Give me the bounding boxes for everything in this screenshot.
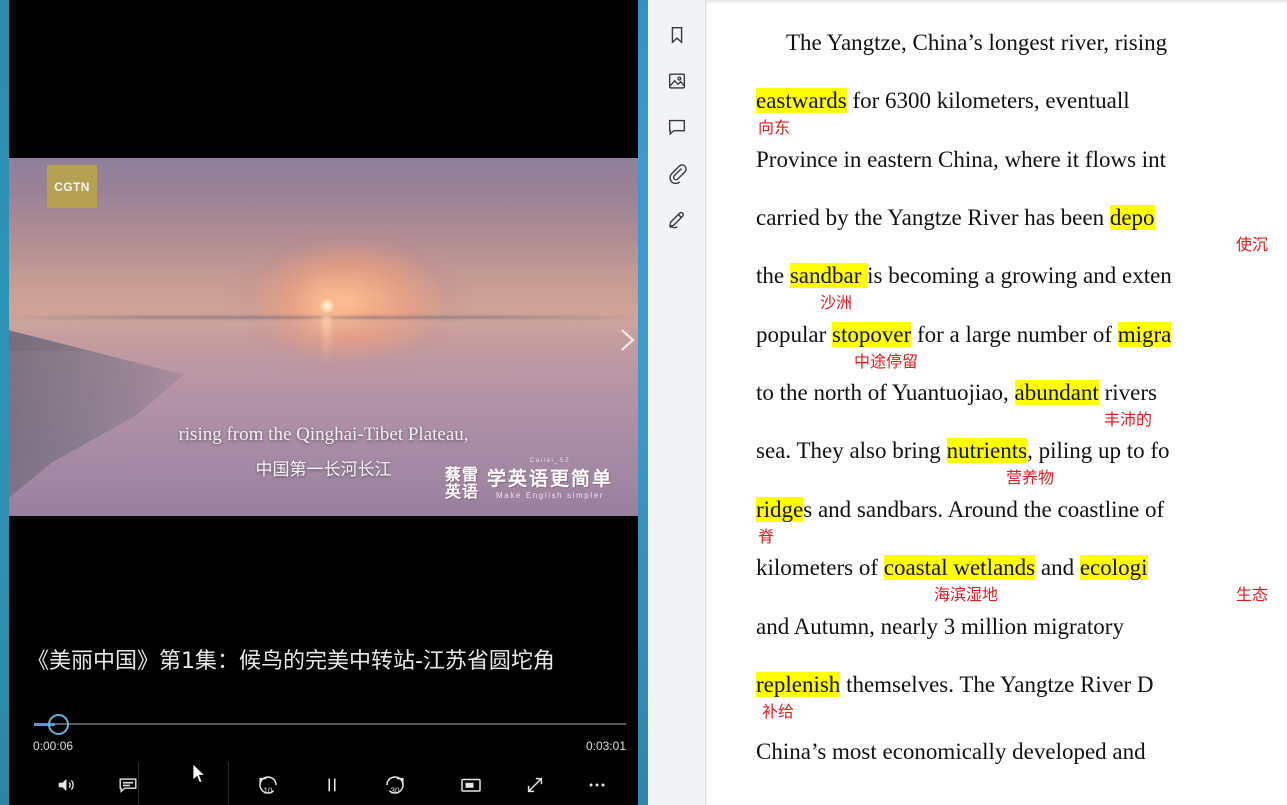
plain-text: rivers	[1098, 380, 1157, 405]
highlighted-term: migra	[1117, 322, 1172, 347]
plain-text: and	[1035, 555, 1080, 580]
total-time-label: 0:03:01	[585, 739, 626, 753]
pdf-text-line: eastwards for 6300 kilometers, eventuall…	[706, 88, 1130, 137]
plain-text: s and sandbars. Around the coastline of	[803, 497, 1165, 522]
bookmark-icon[interactable]	[664, 22, 690, 48]
plain-text: the	[756, 263, 790, 288]
pen-signature-icon[interactable]	[664, 206, 690, 232]
plain-text: is becoming a growing and exten	[867, 263, 1172, 288]
forward-30-button[interactable]: 30	[380, 770, 410, 800]
plain-text: China’s most economically developed and	[756, 739, 1146, 764]
watermark-badge: 蔡雷 英语	[445, 466, 479, 500]
highlighted-term: depo	[1109, 205, 1155, 230]
pdf-text-line: the sandbar is becoming a growing and ex…	[706, 263, 1172, 312]
pdf-text-line: kilometers of coastal wetlands and ecolo…	[706, 555, 1268, 604]
next-video-arrow-icon[interactable]	[609, 320, 638, 360]
fullscreen-button[interactable]	[520, 770, 550, 800]
progress-thumb[interactable]	[48, 714, 69, 735]
chinese-gloss: 沙洲	[820, 293, 853, 312]
pdf-text-line: popular stopover for a large number of m…	[706, 322, 1172, 371]
chinese-gloss: 生态	[1236, 585, 1269, 604]
plain-text: The Yangtze, China’s longest river, risi…	[786, 30, 1168, 55]
chinese-gloss: 海滨湿地	[934, 585, 999, 604]
chinese-gloss: 补给	[762, 702, 795, 721]
watermark-slogan-en: Make English simpler	[496, 491, 605, 500]
pdf-text-line: and Autumn, nearly 3 million migratory	[706, 614, 1124, 640]
pdf-text-line: China’s most economically developed and	[706, 739, 1146, 765]
rewind-10-button[interactable]: 10	[253, 770, 283, 800]
plain-text: , piling up to fo	[1027, 438, 1170, 463]
paperclip-icon[interactable]	[664, 160, 690, 186]
pdf-tool-rail	[648, 0, 705, 805]
plain-text: for a large number of	[911, 322, 1118, 347]
chinese-gloss: 脊	[758, 527, 775, 546]
watermark-slogan-block: Cailei_SZ 学英语更简单 Make English simpler	[487, 458, 613, 500]
chinese-gloss: 使沉	[1236, 235, 1269, 254]
pdf-reader-panel: The Yangtze, China’s longest river, risi…	[648, 0, 1287, 805]
plain-text: Province in eastern China, where it flow…	[756, 147, 1167, 172]
watermark-slogan-cn: 学英语更简单	[487, 468, 614, 490]
watermark-badge-line2: 英语	[445, 482, 480, 501]
chinese-gloss: 营养物	[1006, 468, 1055, 487]
channel-watermark: 蔡雷 英语 Cailei_SZ 学英语更简单 Make English simp…	[445, 458, 613, 500]
comment-icon[interactable]	[664, 114, 690, 140]
current-time-label: 0:00:06	[33, 739, 74, 753]
highlighted-term: sandbar	[789, 263, 868, 288]
highlighted-term: coastal wetlands	[883, 555, 1036, 580]
chinese-gloss: 中途停留	[854, 352, 919, 371]
plain-text: carried by the Yangtze River has been	[756, 205, 1110, 230]
cgtn-logo-text: CGTN	[54, 179, 90, 194]
sun-decor	[319, 299, 334, 314]
highlighted-term: abundant	[1014, 380, 1099, 405]
chinese-gloss: 丰沛的	[1104, 410, 1153, 429]
pdf-text-line: The Yangtze, China’s longest river, risi…	[706, 30, 1167, 56]
volume-button[interactable]	[51, 770, 81, 800]
plain-text: popular	[756, 322, 833, 347]
svg-text:30: 30	[391, 787, 400, 796]
svg-text:10: 10	[264, 787, 273, 796]
window-left-accent-bar	[0, 0, 9, 805]
watermark-badge-line1: 蔡雷	[445, 465, 480, 484]
window-right-accent-bar	[638, 0, 648, 805]
pdf-text-line: to the north of Yuantuojiao, abundant ri…	[706, 380, 1157, 429]
highlighted-term: nutrients	[946, 438, 1028, 463]
plain-text: sea. They also bring	[756, 438, 947, 463]
pdf-text-line: sea. They also bring nutrients, piling u…	[706, 438, 1170, 487]
captions-button[interactable]	[113, 770, 143, 800]
video-controls-bar: 10 30	[9, 764, 638, 805]
highlighted-term: eastwards	[756, 88, 847, 113]
highlighted-term: ridge	[756, 497, 804, 522]
pdf-page[interactable]: The Yangtze, China’s longest river, risi…	[705, 0, 1287, 805]
chinese-gloss: 向东	[758, 118, 791, 137]
screen-root: CGTN rising from the Qinghai-Tibet Plate…	[0, 0, 1287, 805]
video-player-window[interactable]: CGTN rising from the Qinghai-Tibet Plate…	[9, 0, 638, 805]
video-progress-slider[interactable]	[34, 714, 626, 737]
pdf-page-top-edge	[706, 0, 1287, 4]
plain-text: kilometers of	[756, 555, 884, 580]
plain-text: themselves. The Yangtze River D	[840, 672, 1154, 697]
more-options-button[interactable]	[582, 770, 612, 800]
cgtn-channel-logo: CGTN	[47, 165, 97, 208]
video-subtitle-english: rising from the Qinghai-Tibet Plateau,	[178, 424, 469, 445]
mouse-cursor	[192, 763, 207, 784]
pdf-text-line: Province in eastern China, where it flow…	[706, 147, 1166, 173]
highlighted-term: replenish	[756, 672, 841, 697]
plain-text: for 6300 kilometers, eventuall	[846, 88, 1130, 113]
image-icon[interactable]	[664, 68, 690, 94]
pdf-text-line: carried by the Yangtze River has been de…	[706, 205, 1268, 254]
highlighted-term: ecologi	[1079, 555, 1148, 580]
pause-button[interactable]	[317, 770, 347, 800]
highlighted-term: stopover	[832, 322, 912, 347]
plain-text: and Autumn, nearly 3 million migratory	[756, 614, 1124, 639]
pdf-text-line: replenish themselves. The Yangtze River …	[706, 672, 1154, 721]
plain-text: to the north of Yuantuojiao,	[756, 380, 1015, 405]
miniplayer-button[interactable]	[456, 770, 486, 800]
progress-track[interactable]	[34, 723, 626, 725]
pdf-text-line: ridges and sandbars. Around the coastlin…	[706, 497, 1165, 546]
video-title: 《美丽中国》第1集：候鸟的完美中转站-江苏省圆坨角	[27, 649, 555, 674]
